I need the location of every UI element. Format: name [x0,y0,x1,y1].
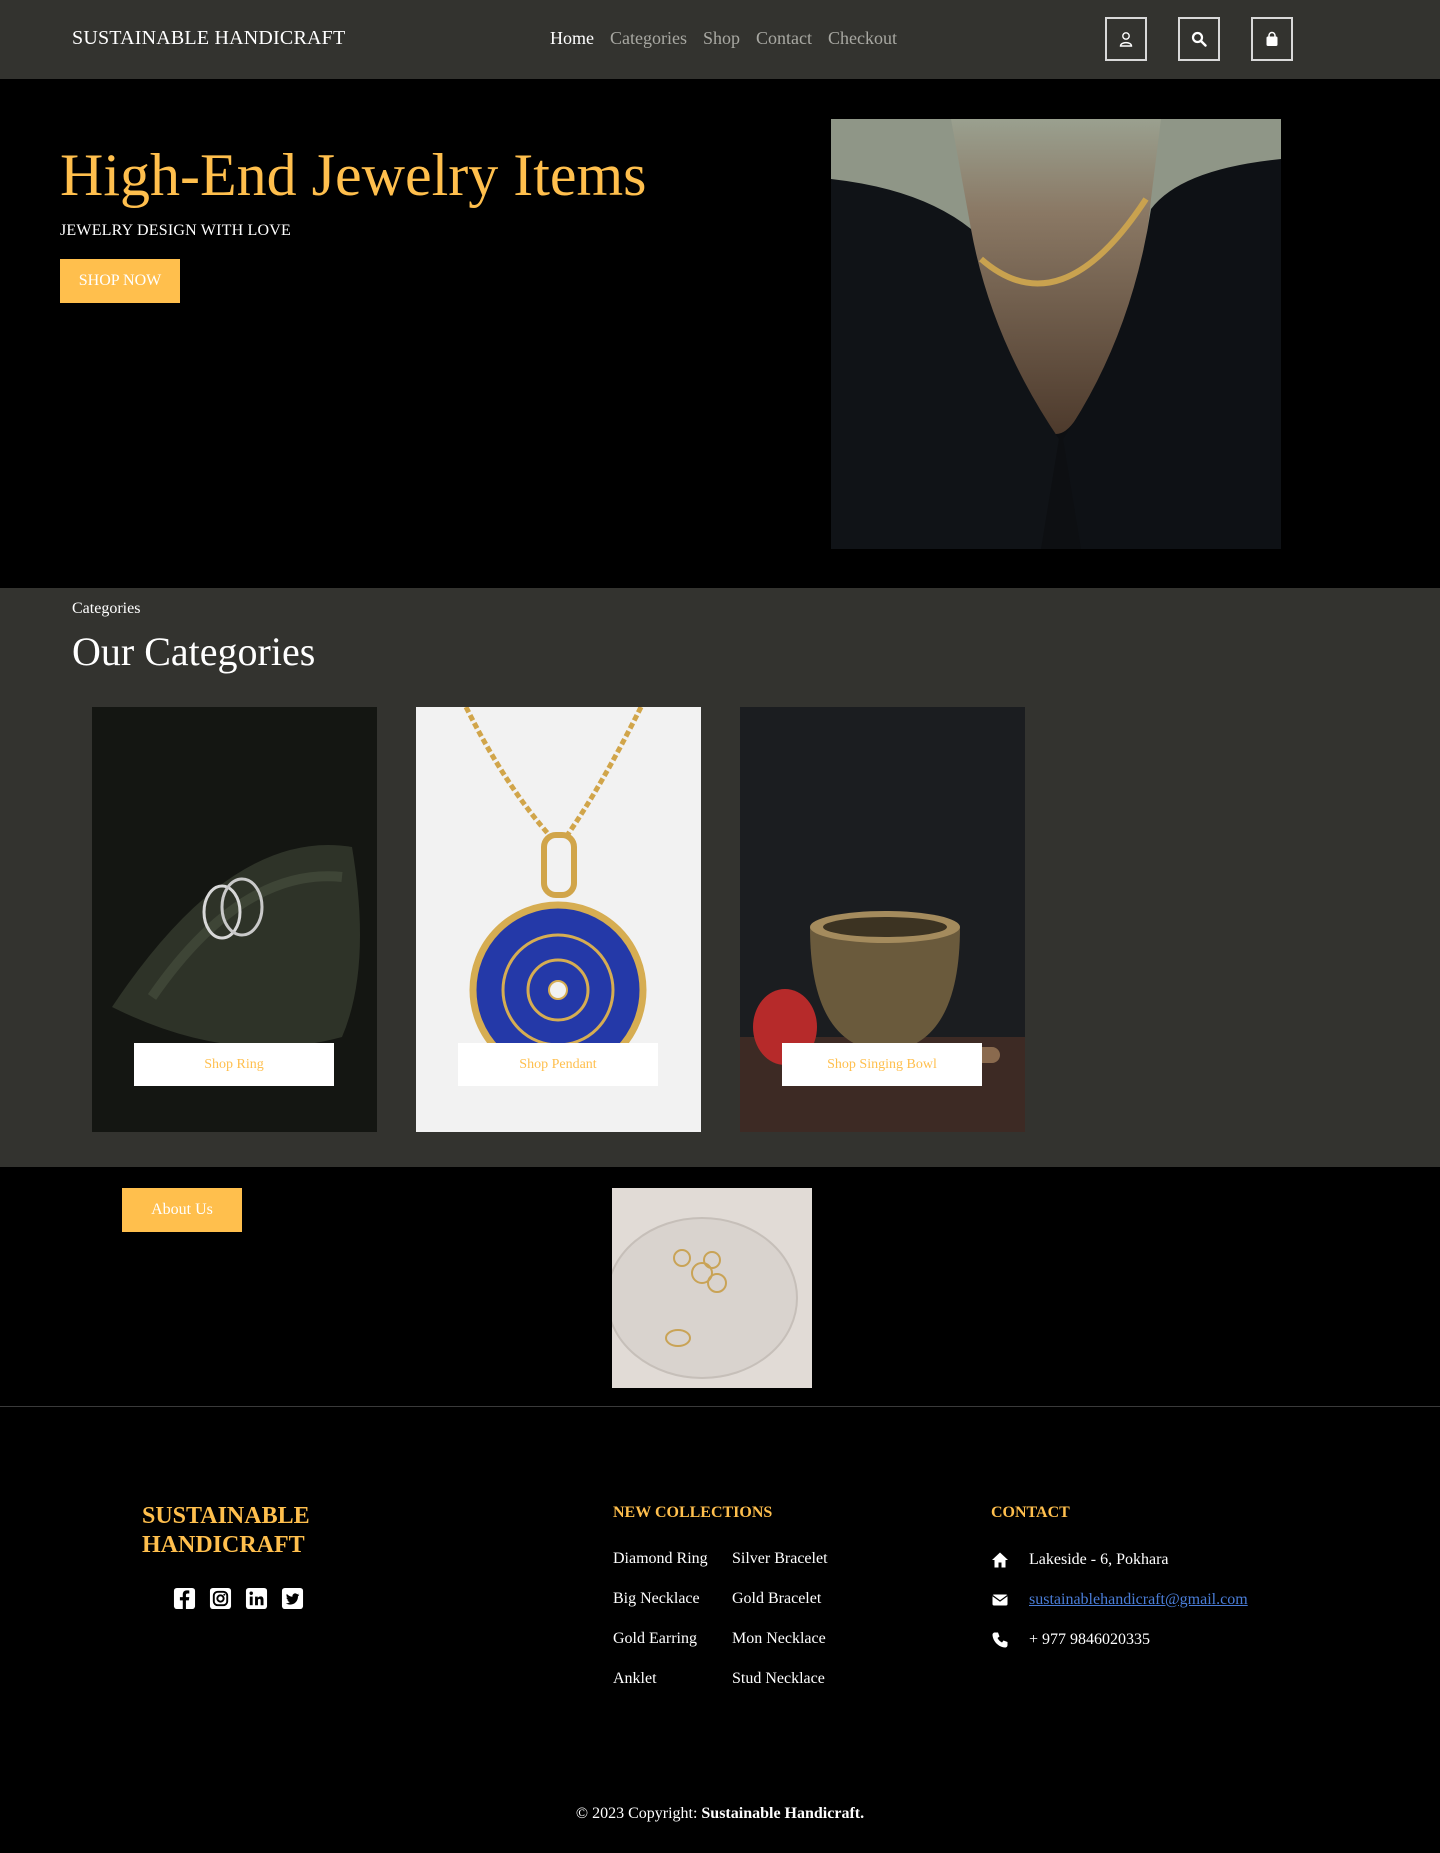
account-button[interactable] [1105,17,1147,61]
search-button[interactable] [1178,17,1220,61]
nav-link-shop[interactable]: Shop [703,28,740,49]
nav-link-categories[interactable]: Categories [610,28,687,49]
nav-link-home[interactable]: Home [550,28,594,49]
email-link[interactable]: sustainablehandicraft@gmail.com [1029,1591,1248,1609]
collection-link[interactable]: Gold Earring [613,1627,723,1651]
collection-link[interactable]: Mon Necklace [732,1627,832,1651]
footer-brand: SUSTAINABLE HANDICRAFT [142,1502,342,1560]
collection-link[interactable]: Diamond Ring [613,1547,723,1571]
shopping-bag-icon [1266,31,1278,46]
copyright: © 2023 Copyright: Sustainable Handicraft… [0,1805,1440,1823]
footer-brand-line2: HANDICRAFT [142,1532,305,1558]
contact-address: Lakeside - 6, Pokhara [991,1551,1169,1569]
categories-eyebrow: Categories [72,600,141,617]
collection-link[interactable]: Anklet [613,1667,723,1691]
collection-link[interactable]: Silver Bracelet [732,1547,832,1571]
hero-title: High-End Jewelry Items [60,142,647,208]
social-links [173,1587,304,1610]
nav-link-checkout[interactable]: Checkout [828,28,897,49]
about-rings-image [612,1188,812,1388]
instagram-icon[interactable] [209,1587,232,1610]
twitter-icon[interactable] [281,1587,304,1610]
linkedin-icon[interactable] [245,1587,268,1610]
collections-list-1: Diamond Ring Big Necklace Gold Earring A… [613,1547,723,1707]
collection-link[interactable]: Stud Necklace [732,1667,832,1691]
collections-list-2: Silver Bracelet Gold Bracelet Mon Neckla… [732,1547,832,1707]
collection-link[interactable]: Gold Bracelet [732,1587,832,1611]
search-icon [1191,31,1207,47]
contact-phone: + 977 9846020335 [991,1631,1150,1649]
facebook-icon[interactable] [173,1587,196,1610]
address-text: Lakeside - 6, Pokhara [1029,1551,1169,1568]
hero-section: High-End Jewelry Items JEWELRY DESIGN WI… [0,79,1440,588]
shop-ring-button[interactable]: Shop Ring [134,1043,334,1086]
footer-brand-line1: SUSTAINABLE [142,1503,310,1529]
navbar: SUSTAINABLE HANDICRAFT Home Categories S… [0,0,1440,79]
copyright-prefix: © 2023 Copyright: [575,1805,702,1822]
contact-heading: CONTACT [991,1504,1070,1521]
about-section: About Us [0,1167,1440,1407]
category-card-ring[interactable]: Shop Ring [92,707,377,1132]
categories-section: Categories Our Categories Shop Ring Shop… [0,588,1440,1167]
contact-email: sustainablehandicraft@gmail.com [991,1591,1248,1609]
shop-pendant-button[interactable]: Shop Pendant [458,1043,658,1086]
hero-subtitle: JEWELRY DESIGN WITH LOVE [60,222,291,239]
brand-logo[interactable]: SUSTAINABLE HANDICRAFT [72,27,345,50]
categories-title: Our Categories [72,629,316,674]
category-card-singing-bowl[interactable]: Shop Singing Bowl [740,707,1025,1132]
phone-icon [992,1632,1008,1648]
nav-link-contact[interactable]: Contact [756,28,812,49]
user-icon [1119,32,1133,47]
collection-link[interactable]: Big Necklace [613,1587,723,1611]
home-icon [992,1552,1008,1568]
shop-singing-bowl-button[interactable]: Shop Singing Bowl [782,1043,982,1086]
shop-now-button[interactable]: SHOP NOW [60,259,180,303]
hero-necklace-image [831,119,1281,549]
copyright-name: Sustainable Handicraft. [701,1805,865,1822]
phone-text: + 977 9846020335 [1029,1631,1151,1648]
collections-heading: NEW COLLECTIONS [613,1504,773,1521]
cart-button[interactable] [1251,17,1293,61]
nav-links: Home Categories Shop Contact Checkout [550,28,897,49]
category-card-pendant[interactable]: Shop Pendant [416,707,701,1132]
envelope-icon [992,1594,1008,1606]
footer: SUSTAINABLE HANDICRAFT NEW COLLECTIONS D… [0,1408,1440,1853]
about-us-button[interactable]: About Us [122,1188,242,1232]
